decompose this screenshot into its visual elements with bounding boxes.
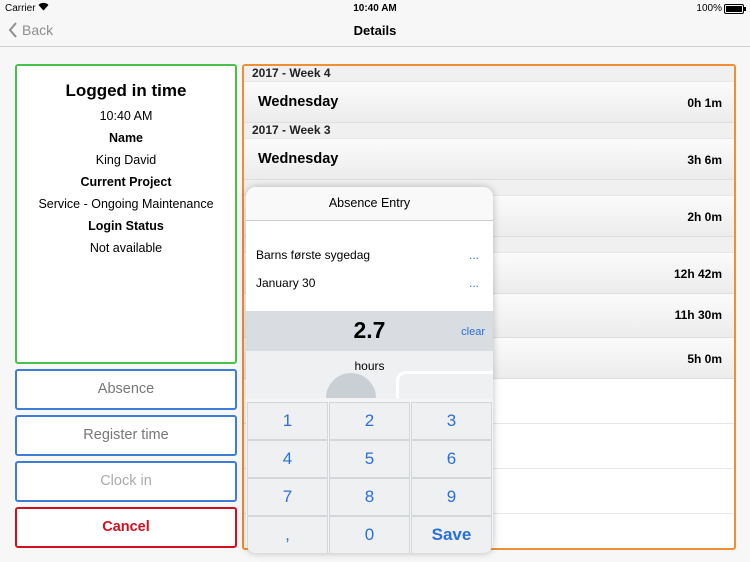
info-time: 10:40 AM	[99, 109, 153, 123]
day-label: Wednesday	[258, 151, 339, 167]
project-value: Service - Ongoing Maintenance	[38, 197, 214, 211]
absence-fields: Barns første sygedag ... January 30 ...	[246, 221, 493, 311]
absence-entry-popover: Absence Entry Barns første sygedag ... J…	[246, 187, 493, 553]
background-decoration	[396, 371, 493, 398]
hours-display: 2.7 clear hours	[246, 311, 493, 398]
login-status-value: Not available	[89, 241, 163, 255]
battery-percent: 100%	[696, 3, 722, 14]
hours-unit-label: hours	[354, 359, 385, 373]
project-label: Current Project	[80, 175, 172, 189]
key-5[interactable]: 5	[329, 440, 410, 478]
key-9[interactable]: 9	[411, 478, 492, 516]
absence-date-field[interactable]: January 30 ...	[256, 276, 479, 290]
hours-value: 12h 42m	[673, 267, 722, 281]
key-1[interactable]: 1	[247, 402, 328, 440]
save-button[interactable]: Save	[411, 516, 492, 553]
date-more-button[interactable]: ...	[469, 276, 479, 290]
clear-button[interactable]: clear	[461, 326, 485, 338]
key-7[interactable]: 7	[247, 478, 328, 516]
name-value: King David	[95, 153, 157, 167]
cancel-button[interactable]: Cancel	[15, 507, 237, 548]
absence-date-value: January 30	[256, 276, 316, 290]
week-header: 2017 - Week 4	[244, 66, 734, 82]
hours-value-display: 2.7	[353, 317, 386, 343]
absence-button[interactable]: Absence	[15, 369, 237, 410]
hours-value: 0h 1m	[687, 96, 722, 110]
reason-more-button[interactable]: ...	[469, 248, 479, 262]
logged-in-info-panel: Logged in time 10:40 AM Name King David …	[15, 64, 237, 364]
list-item[interactable]: Wednesday 3h 6m	[244, 139, 734, 180]
login-status-label: Login Status	[88, 219, 164, 233]
name-label: Name	[108, 131, 144, 145]
day-label: Wednesday	[258, 94, 339, 110]
status-time: 10:40 AM	[353, 3, 397, 14]
list-item[interactable]: Wednesday 0h 1m	[244, 82, 734, 123]
key-2[interactable]: 2	[329, 402, 410, 440]
hours-value: 2h 0m	[687, 210, 722, 224]
number-keypad: 1 2 3 4 5 6 7 8 9 , 0 Save	[246, 402, 493, 553]
key-4[interactable]: 4	[247, 440, 328, 478]
hours-value: 3h 6m	[687, 153, 722, 167]
key-3[interactable]: 3	[411, 402, 492, 440]
page-title: Details	[353, 23, 397, 38]
absence-reason-field[interactable]: Barns første sygedag ...	[256, 248, 479, 262]
clock-in-button[interactable]: Clock in	[15, 461, 237, 502]
key-8[interactable]: 8	[329, 478, 410, 516]
navigation-bar: Back Details	[0, 16, 750, 47]
register-time-button[interactable]: Register time	[15, 415, 237, 456]
key-6[interactable]: 6	[411, 440, 492, 478]
info-heading: Logged in time	[65, 81, 187, 100]
status-bar: Carrier 10:40 AM 100%	[0, 0, 750, 16]
key-comma[interactable]: ,	[247, 516, 328, 553]
battery-icon	[724, 4, 746, 14]
week-header: 2017 - Week 3	[244, 123, 734, 139]
hours-value: 5h 0m	[687, 352, 722, 366]
popover-title: Absence Entry	[246, 187, 493, 221]
absence-reason-value: Barns første sygedag	[256, 248, 371, 262]
key-0[interactable]: 0	[329, 516, 410, 553]
hours-value: 11h 30m	[674, 308, 722, 322]
